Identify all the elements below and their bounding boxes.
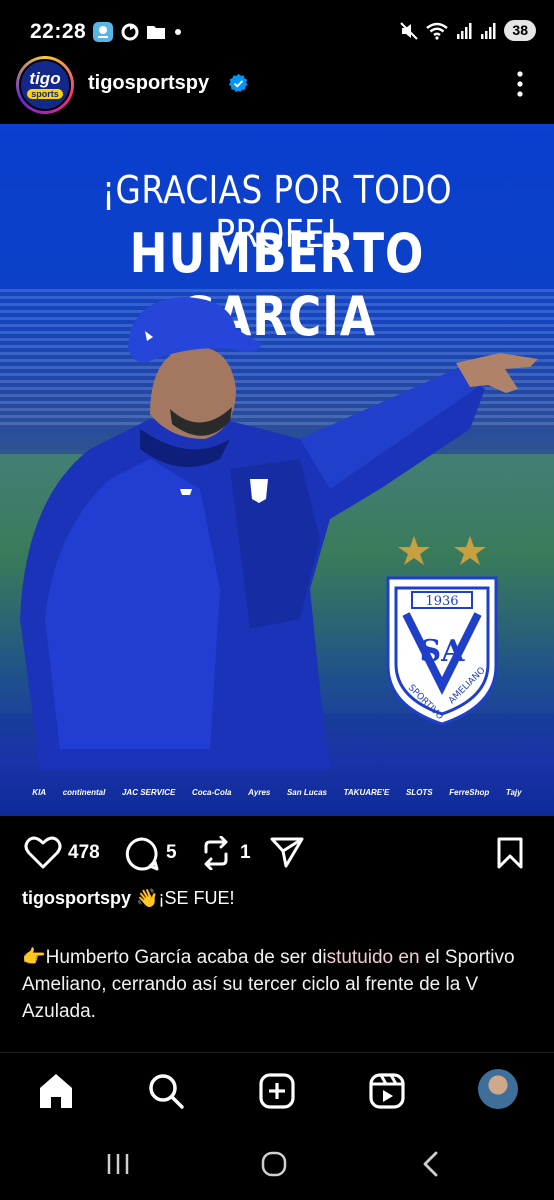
caption-highlight-2: en [393, 947, 420, 968]
bottom-navigation [0, 1052, 554, 1129]
sponsor-logo: San Lucas [286, 787, 327, 797]
signal-icon [457, 22, 472, 39]
post-actions: 478 5 1 [0, 826, 554, 876]
sync-icon [121, 23, 139, 41]
folder-icon [147, 26, 165, 39]
profile-avatar[interactable] [478, 1069, 518, 1109]
status-time: 22:28 [30, 20, 87, 43]
mute-icon [400, 21, 419, 40]
share-send-icon[interactable] [270, 836, 304, 868]
more-options-icon[interactable] [508, 68, 532, 100]
sponsor-logo: Coca-Cola [191, 787, 232, 797]
status-icons-left [92, 20, 184, 44]
repost-icon[interactable] [200, 836, 232, 870]
caption-text-part1: 👉Humberto García acaba de ser di [22, 947, 327, 968]
search-icon[interactable] [146, 1071, 186, 1111]
sponsor-logo: SLOTS [405, 787, 433, 797]
create-post-icon[interactable] [257, 1071, 297, 1111]
wifi-icon [426, 22, 449, 40]
caption-highlight-1: stutuido [326, 947, 394, 968]
repost-count[interactable]: 1 [240, 842, 251, 864]
sponsor-logo: TAKUARE'E [343, 787, 390, 797]
status-bar: 22:28 38 [0, 0, 554, 62]
post-image[interactable]: ¡GRACIAS POR TODO PROFE! HUMBERTO GARCIA… [0, 124, 554, 816]
caption-body: 👉Humberto García acaba de ser distutuido… [22, 944, 532, 1025]
home-icon[interactable] [36, 1071, 76, 1111]
caption-heading: 👋¡SE FUE! [136, 888, 235, 908]
battery-indicator: 38 [504, 20, 536, 41]
sponsor-logo: Ayres [248, 787, 271, 797]
avatar-logo-text: tigo [29, 69, 61, 88]
crest-letters: SA [420, 634, 466, 669]
comment-icon[interactable] [124, 836, 160, 872]
account-avatar[interactable]: tigo sports [16, 56, 74, 114]
sponsor-logo: JAC SERVICE [121, 787, 176, 797]
sponsor-strip: KIA continental JAC SERVICE Coca-Cola Ayres S… [0, 774, 554, 810]
status-icons-right: 38 [400, 20, 536, 41]
post-username[interactable]: tigosportspy [88, 72, 209, 95]
verified-badge-icon [228, 73, 248, 93]
dot-icon [175, 29, 181, 35]
caption-username[interactable]: tigosportspy [22, 888, 131, 908]
system-navigation-bar [0, 1128, 554, 1200]
sponsor-logo: FerreShop [449, 787, 490, 797]
club-crest: 1936 SA SPORTIVO AMELIANO [386, 536, 498, 726]
like-heart-icon[interactable] [24, 836, 62, 870]
sponsor-logo: Tajy [505, 787, 522, 797]
sponsor-logo: continental [62, 787, 106, 797]
crest-year: 1936 [425, 594, 458, 609]
save-bookmark-icon[interactable] [496, 836, 524, 870]
comment-count[interactable]: 5 [166, 842, 177, 864]
avatar-logo-subtext: sports [27, 89, 63, 99]
home-system-icon[interactable] [260, 1150, 288, 1178]
recent-apps-icon[interactable] [104, 1150, 132, 1178]
caption-first-line: tigosportspy 👋¡SE FUE! [22, 888, 234, 909]
signal-icon [481, 22, 496, 39]
back-icon[interactable] [418, 1150, 442, 1178]
location-app-icon [93, 22, 113, 42]
sponsor-logo: KIA [32, 787, 47, 797]
like-count[interactable]: 478 [68, 842, 100, 864]
reels-icon[interactable] [367, 1071, 407, 1111]
